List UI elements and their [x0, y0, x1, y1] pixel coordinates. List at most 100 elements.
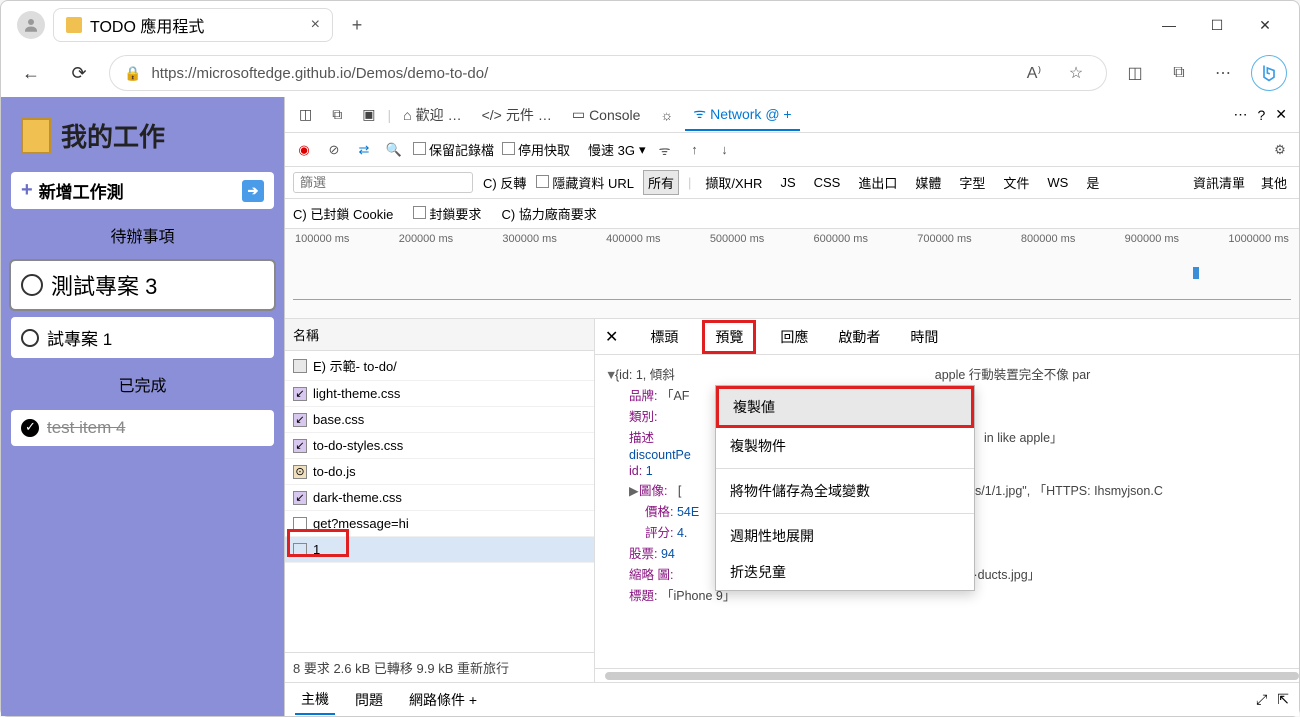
url-box[interactable]: 🔒 https://microsoftedge.github.io/Demos/…: [109, 55, 1107, 91]
blocked-requests-checkbox[interactable]: 封鎖要求: [413, 204, 481, 223]
help-icon[interactable]: ?: [1257, 107, 1265, 123]
drawer-export-icon[interactable]: ⇱: [1277, 691, 1289, 708]
drawer-tab-console[interactable]: 主機: [295, 685, 335, 715]
ctx-copy-object[interactable]: 複製物件: [716, 428, 974, 464]
profile-avatar[interactable]: [17, 11, 45, 39]
new-tab-button[interactable]: +: [341, 9, 373, 41]
task-checkbox[interactable]: [21, 274, 43, 296]
record-button[interactable]: ◉: [293, 139, 315, 161]
request-row[interactable]: E) 示範- to-do/: [285, 351, 594, 381]
ctx-store-global[interactable]: 將物件儲存為全域變數: [716, 473, 974, 509]
filter-font[interactable]: 字型: [955, 171, 989, 194]
detail-tab-headers[interactable]: 標頭: [644, 323, 684, 351]
maximize-button[interactable]: ☐: [1203, 11, 1231, 39]
css-icon: ↙: [293, 491, 307, 505]
split-screen-icon[interactable]: ◫: [1119, 57, 1151, 89]
tab-title: TODO 應用程式: [90, 13, 204, 37]
submit-icon[interactable]: ➔: [242, 180, 264, 202]
dock-icon[interactable]: ▣: [354, 100, 383, 129]
download-icon[interactable]: ↓: [714, 139, 736, 161]
main-area: 我的工作 + 新增工作測 ➔ 待辦事項 測試專案 3 試專案 1 已完成 tes…: [1, 97, 1299, 716]
invert-label[interactable]: C) 反轉: [483, 173, 526, 192]
inspect-icon[interactable]: ◫: [291, 100, 320, 129]
network-timeline[interactable]: 100000 ms 200000 ms 300000 ms 400000 ms …: [285, 229, 1299, 319]
tab-close-icon[interactable]: ×: [311, 16, 320, 34]
doc-icon: [293, 359, 307, 373]
filter-manifest[interactable]: 資訊清單: [1189, 171, 1249, 194]
preserve-log-checkbox[interactable]: 保留記錄檔: [413, 140, 494, 159]
task-checkbox[interactable]: [21, 329, 39, 347]
add-task-input[interactable]: + 新增工作測 ➔: [11, 172, 274, 209]
filter-all[interactable]: 所有: [644, 171, 678, 194]
task-item[interactable]: 試專案 1: [11, 317, 274, 358]
filter-import[interactable]: 進出口: [854, 171, 901, 194]
request-row[interactable]: ⊙to-do.js: [285, 459, 594, 485]
request-row[interactable]: get?message=hi: [285, 511, 594, 537]
request-row[interactable]: ↙dark-theme.css: [285, 485, 594, 511]
detail-tab-response[interactable]: 回應: [774, 323, 814, 351]
ctx-collapse-children[interactable]: 折迭兒童: [716, 554, 974, 590]
back-button[interactable]: ←: [13, 55, 49, 91]
context-menu: 複製値 複製物件 將物件儲存為全域變數 週期性地展開 折迭兒童: [715, 385, 975, 591]
filter-toggle-icon[interactable]: ⇄: [353, 139, 375, 161]
tab-elements[interactable]: </>元件…: [474, 99, 560, 131]
refresh-button[interactable]: ⟳: [61, 55, 97, 91]
favorite-icon[interactable]: ☆: [1060, 57, 1092, 89]
preview-body[interactable]: ▼{id: 1, 傾斜apple 行動裝置完全不像 par 品牌: 「AF 類別…: [595, 355, 1299, 668]
blocked-cookies-label[interactable]: C) 已封鎖 Cookie: [293, 204, 393, 223]
close-button[interactable]: ✕: [1251, 11, 1279, 39]
devtools-close-icon[interactable]: ✕: [1275, 106, 1287, 123]
wifi-icon[interactable]: ᯤ: [654, 139, 676, 161]
throttle-select[interactable]: 慢速 3G ▾: [588, 140, 646, 159]
request-row[interactable]: ↙base.css: [285, 407, 594, 433]
bing-chat-icon[interactable]: [1251, 55, 1287, 91]
tab-console[interactable]: ▭Console: [564, 100, 649, 129]
device-icon[interactable]: ⧉: [324, 100, 350, 129]
filter-input[interactable]: [293, 172, 473, 193]
more-tabs-icon[interactable]: ⋯: [1233, 106, 1247, 123]
request-row[interactable]: ↙to-do-styles.css: [285, 433, 594, 459]
detail-tab-timing[interactable]: 時間: [904, 323, 944, 351]
h-scrollbar[interactable]: [605, 672, 1299, 680]
hide-data-urls-checkbox[interactable]: 隱藏資料 URL: [536, 173, 634, 192]
network-settings-icon[interactable]: ⚙: [1269, 139, 1291, 161]
ctx-copy-value[interactable]: 複製値: [719, 389, 971, 425]
tab-welcome[interactable]: ⌂歡迎…: [395, 99, 469, 131]
filter-ws[interactable]: WS: [1043, 173, 1072, 192]
clear-button[interactable]: ⊘: [323, 139, 345, 161]
filter-xhr[interactable]: 擷取/XHR: [701, 171, 766, 194]
network-split: 名稱 E) 示範- to-do/ ↙light-theme.css ↙base.…: [285, 319, 1299, 682]
task-label: 測試專案 3: [51, 269, 157, 301]
app-logo-icon: [21, 118, 51, 154]
separator: [716, 513, 974, 514]
drawer-tab-issues[interactable]: 問題: [349, 686, 389, 714]
done-task-item[interactable]: test item 4: [11, 410, 274, 446]
request-row-selected[interactable]: 1: [285, 537, 594, 563]
filter-media[interactable]: 媒體: [911, 171, 945, 194]
read-aloud-icon[interactable]: A⁾: [1018, 57, 1050, 89]
third-party-label[interactable]: C) 協力廠商要求: [501, 204, 596, 223]
filter-js[interactable]: JS: [776, 173, 799, 192]
disable-cache-checkbox[interactable]: 停用快取: [502, 140, 570, 159]
filter-doc[interactable]: 文件: [999, 171, 1033, 194]
detail-close-icon[interactable]: ✕: [605, 327, 618, 347]
filter-wasm[interactable]: 是: [1082, 171, 1103, 194]
task-checkbox-done[interactable]: [21, 419, 39, 437]
filter-other[interactable]: 其他: [1257, 171, 1291, 194]
minimize-button[interactable]: —: [1155, 11, 1183, 39]
drawer-tab-network-conditions[interactable]: 網路條件 +: [403, 686, 483, 714]
tab-sources-icon[interactable]: ☼: [652, 101, 681, 129]
tab-network[interactable]: ᯤNetwork @ +: [685, 98, 799, 131]
more-icon[interactable]: ⋯: [1207, 57, 1239, 89]
request-row[interactable]: ↙light-theme.css: [285, 381, 594, 407]
search-icon[interactable]: 🔍: [383, 139, 405, 161]
task-item[interactable]: 測試專案 3: [11, 261, 274, 309]
collections-icon[interactable]: ⧉: [1163, 57, 1195, 89]
drawer-expand-icon[interactable]: ⤢: [1256, 691, 1267, 708]
browser-tab[interactable]: TODO 應用程式 ×: [53, 8, 333, 42]
filter-css[interactable]: CSS: [810, 173, 845, 192]
detail-tab-preview[interactable]: 預覽: [702, 320, 756, 354]
ctx-expand-recursive[interactable]: 週期性地展開: [716, 518, 974, 554]
upload-icon[interactable]: ↑: [684, 139, 706, 161]
detail-tab-initiator[interactable]: 啟動者: [832, 323, 886, 351]
